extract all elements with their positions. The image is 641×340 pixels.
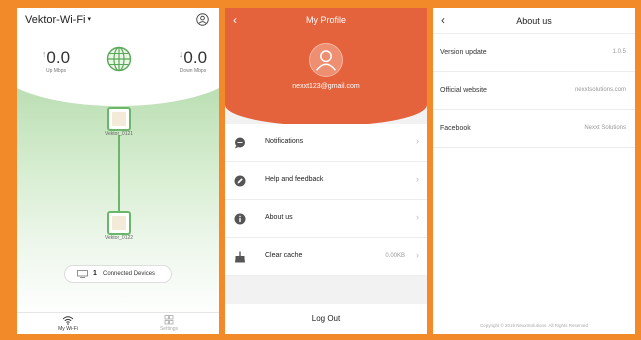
settings-grid-icon: [164, 315, 174, 325]
profile-screen: ‹ My Profile nexxt123@gmail.com Notifica…: [225, 8, 427, 334]
menu-item-label: About us: [265, 214, 293, 221]
upload-value: 0.0: [46, 48, 71, 67]
chevron-right-icon: ›: [416, 212, 419, 222]
nav-settings[interactable]: Settings: [139, 315, 199, 332]
download-speed: ↓0.0 Down Mbps: [168, 48, 218, 74]
edit-icon: [234, 175, 246, 187]
user-account-icon[interactable]: [196, 13, 209, 26]
connected-devices-button[interactable]: 1 Connected Devices: [64, 265, 172, 283]
download-value: 0.0: [183, 48, 208, 67]
row-key: Official website: [440, 87, 487, 94]
copyright-text: Copyright © 2019 NexxtSolutions. All Rig…: [479, 323, 589, 328]
row-value: Nexxt Solutions: [584, 125, 626, 131]
connected-label: Connected Devices: [103, 271, 156, 277]
avatar[interactable]: [309, 43, 343, 77]
menu-item-notifications[interactable]: Notifications ›: [225, 124, 427, 162]
mesh-node-icon[interactable]: [107, 107, 131, 131]
home-screen: Vektor-Wi-Fi ▾ ↑0.0 Up Mbps ↓0.0 Down Mbp…: [17, 8, 219, 334]
bottom-nav: My Wi-Fi Settings: [17, 312, 219, 334]
menu-item-label: Help and feedback: [265, 176, 324, 183]
menu-item-help-feedback[interactable]: Help and feedback ›: [225, 162, 427, 200]
network-selector[interactable]: Vektor-Wi-Fi ▾: [25, 14, 91, 26]
menu-item-clear-cache[interactable]: Clear cache 0.00KB ›: [225, 238, 427, 276]
about-header: ‹ About us: [433, 8, 635, 34]
logout-button[interactable]: Log Out: [225, 304, 427, 334]
nav-settings-label: Settings: [159, 326, 179, 332]
row-value: nexxtsolutions.com: [574, 87, 626, 93]
download-label: Down Mbps: [179, 68, 207, 74]
row-key: Facebook: [440, 125, 471, 132]
internet-globe-icon[interactable]: [106, 46, 132, 72]
broom-icon: [235, 251, 245, 263]
profile-menu: Notifications › Help and feedback › Abou…: [225, 124, 427, 276]
upload-label: Up Mbps: [45, 68, 66, 74]
row-value: 1.0.5: [612, 49, 626, 55]
chevron-right-icon: ›: [416, 250, 419, 260]
chevron-right-icon: ›: [416, 136, 419, 146]
menu-item-label: Notifications: [265, 138, 304, 145]
row-key: Version update: [440, 49, 487, 56]
nav-my-wifi-label: My Wi-Fi: [58, 326, 78, 332]
monitor-icon: [77, 270, 88, 278]
nav-my-wifi[interactable]: My Wi-Fi: [38, 315, 98, 332]
chevron-right-icon: ›: [416, 174, 419, 184]
wifi-icon: [62, 316, 74, 325]
version-update-row[interactable]: Version update 1.0.5: [433, 34, 635, 72]
home-header: Vektor-Wi-Fi ▾: [17, 8, 219, 32]
mesh-node-label: Vektor_0122: [104, 235, 134, 241]
mesh-link-line: [118, 135, 120, 211]
mesh-node-label: Vektor_0121: [104, 131, 134, 137]
person-icon: [315, 50, 337, 71]
page-title: About us: [516, 16, 552, 26]
upload-speed: ↑0.0 Up Mbps: [31, 48, 81, 74]
cache-size: 0.00KB: [385, 253, 405, 259]
menu-item-label: Clear cache: [265, 252, 303, 259]
info-icon: [234, 213, 246, 225]
chat-bubble-icon: [235, 137, 245, 149]
connected-count: 1: [93, 270, 97, 277]
menu-item-about-us[interactable]: About us ›: [225, 200, 427, 238]
facebook-row[interactable]: Facebook Nexxt Solutions: [433, 110, 635, 148]
page-title: My Profile: [305, 15, 346, 25]
caret-down-icon: ▾: [87, 16, 92, 23]
network-name: Vektor-Wi-Fi: [25, 14, 86, 26]
profile-header: ‹ My Profile nexxt123@gmail.com: [225, 8, 427, 126]
mesh-node-icon[interactable]: [107, 211, 131, 235]
about-screen: ‹ About us Version update 1.0.5 Official…: [433, 8, 635, 334]
official-website-row[interactable]: Official website nexxtsolutions.com: [433, 72, 635, 110]
user-email: nexxt123@gmail.com: [292, 83, 360, 90]
